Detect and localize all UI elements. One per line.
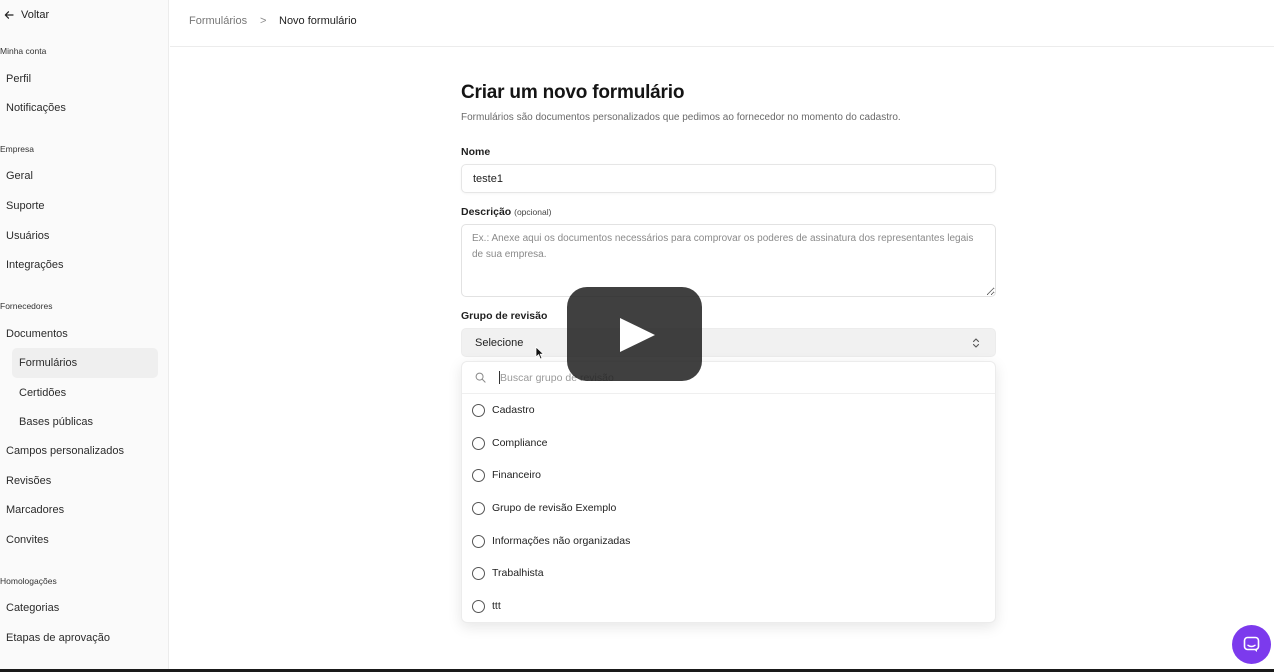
option-label: Compliance [492,437,548,449]
search-icon [475,372,486,383]
option-label: Financeiro [492,469,542,481]
section-title-homologacoes: Homologações [0,576,57,586]
chat-icon [1243,636,1260,652]
chevron-up-down-icon [972,338,980,348]
sidebar-item-integracoes[interactable]: Integrações [6,259,63,271]
dropdown-search [462,362,995,394]
mouse-pointer-icon [535,346,544,360]
group-dropdown: Cadastro Compliance Financeiro Grupo de … [461,361,996,623]
radio-icon [472,599,485,613]
sidebar-item-geral[interactable]: Geral [6,170,33,182]
sidebar-item-certidoes[interactable]: Certidões [19,387,66,399]
section-title-minha-conta: Minha conta [0,46,47,56]
breadcrumb-separator: > [260,15,267,27]
section-title-fornecedores: Fornecedores [0,301,53,311]
sidebar-item-etapas-aprovacao[interactable]: Etapas de aprovação [6,632,110,644]
play-icon [620,318,655,352]
radio-icon [472,403,485,417]
option-cadastro[interactable]: Cadastro [462,395,995,425]
back-label: Voltar [21,9,50,21]
sidebar-item-formularios[interactable]: Formulários [19,357,77,369]
back-link[interactable]: Voltar [4,9,49,21]
sidebar-item-documentos[interactable]: Documentos [6,328,68,340]
option-financeiro[interactable]: Financeiro [462,460,995,490]
sidebar-item-bases-publicas[interactable]: Bases públicas [19,416,93,428]
description-textarea[interactable] [461,224,996,297]
option-grupo-exemplo[interactable]: Grupo de revisão Exemplo [462,493,995,523]
option-informacoes-nao-organizadas[interactable]: Informações não organizadas [462,526,995,556]
name-label: Nome [461,146,491,158]
sidebar-item-revisoes[interactable]: Revisões [6,475,51,487]
sidebar-item-categorias[interactable]: Categorias [6,602,59,614]
description-optional-hint: (opcional) [514,207,552,217]
sidebar-item-convites[interactable]: Convites [6,534,49,546]
option-label: Informações não organizadas [492,535,631,547]
option-compliance[interactable]: Compliance [462,428,995,458]
section-title-empresa: Empresa [0,144,35,154]
sidebar-item-notificacoes[interactable]: Notificações [6,102,66,114]
sidebar-item-campos-personalizados[interactable]: Campos personalizados [6,445,124,457]
page-title: Criar um novo formulário [461,82,685,103]
option-label: ttt [492,600,501,612]
radio-icon [472,534,485,548]
name-input[interactable] [461,164,996,193]
option-label: Grupo de revisão Exemplo [492,502,617,514]
group-label: Grupo de revisão [461,310,548,322]
option-trabalhista[interactable]: Trabalhista [462,558,995,588]
sidebar-item-perfil[interactable]: Perfil [6,73,31,85]
radio-icon [472,436,485,450]
option-label: Cadastro [492,404,535,416]
breadcrumb-parent-link[interactable]: Formulários [189,15,247,27]
group-select-value: Selecione [475,336,524,349]
page-subtitle: Formulários são documentos personalizado… [461,112,901,123]
breadcrumb-current: Novo formulário [279,15,357,27]
sidebar-item-marcadores[interactable]: Marcadores [6,504,64,516]
play-button[interactable] [567,287,702,381]
option-ttt[interactable]: ttt [462,591,995,621]
radio-icon [472,501,485,515]
description-label-text: Descrição [461,206,512,218]
arrow-left-icon [4,11,14,19]
sidebar-item-suporte[interactable]: Suporte [6,200,45,212]
radio-icon [472,566,485,580]
radio-icon [472,468,485,482]
breadcrumb: Formulários > Novo formulário [170,0,1274,47]
option-label: Trabalhista [492,567,544,579]
chat-button[interactable] [1232,625,1271,664]
sidebar-item-usuarios[interactable]: Usuários [6,230,49,242]
description-label: Descrição (opcional) [461,206,551,218]
sidebar: Voltar Minha conta Perfil Notificações E… [0,0,169,672]
